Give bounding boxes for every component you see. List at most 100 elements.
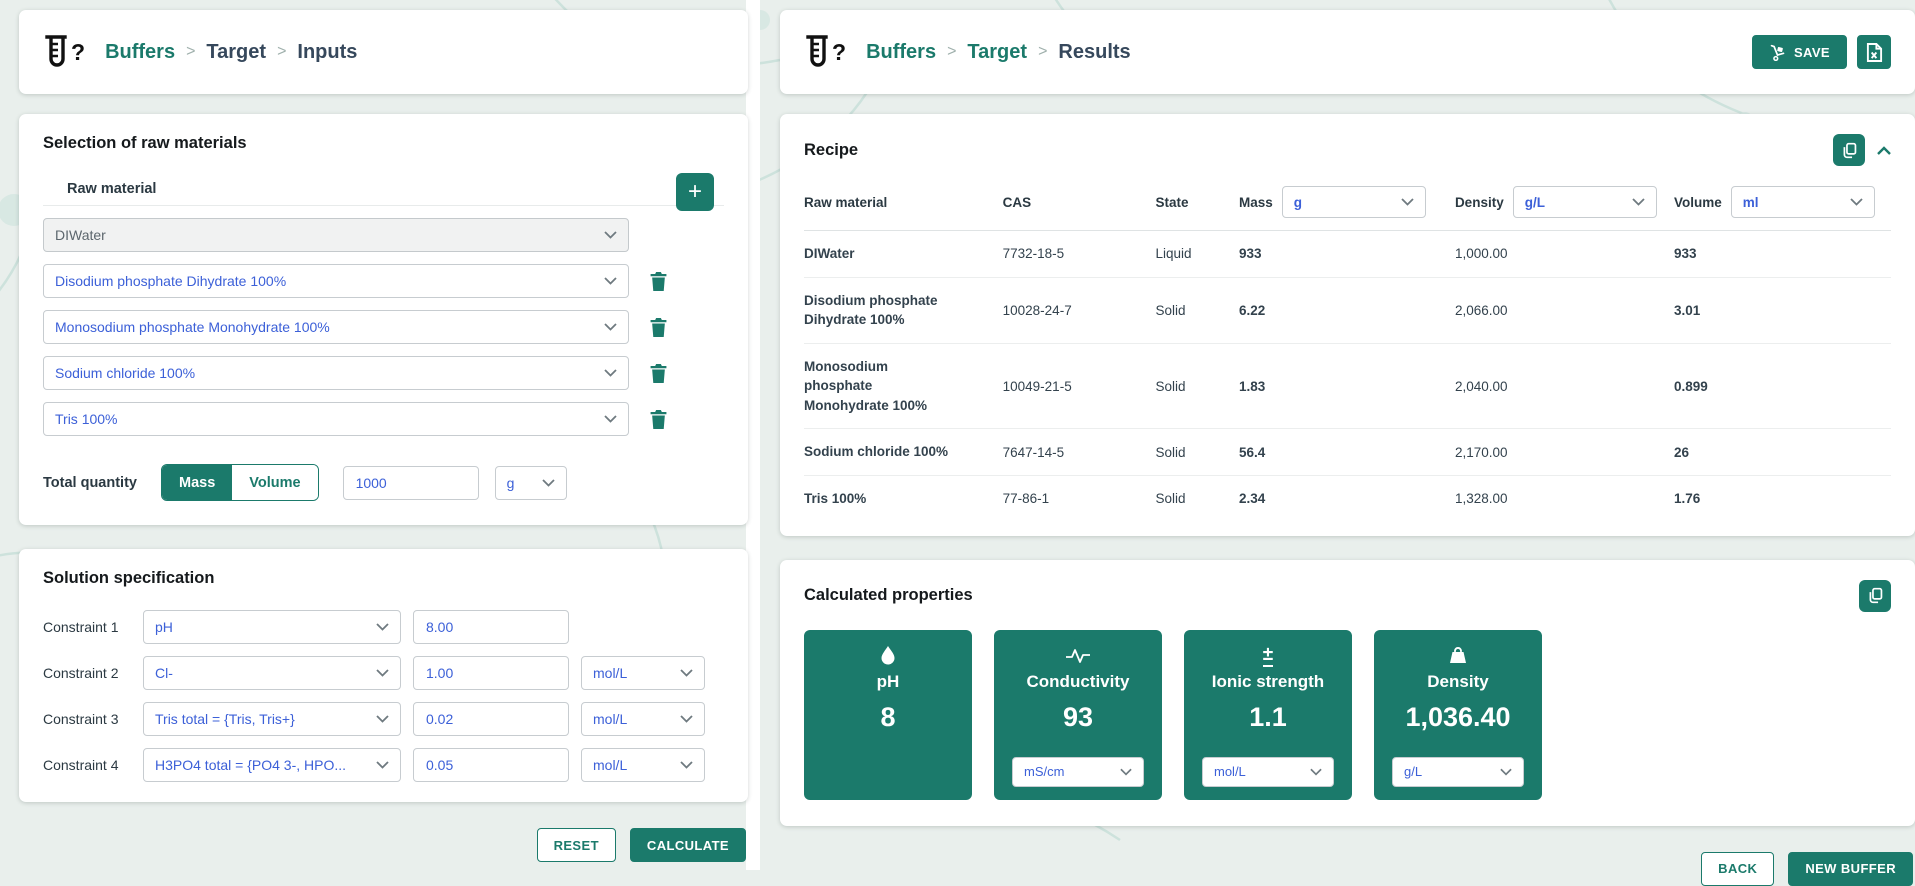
beaker-icon (45, 35, 67, 67)
material-select-value: Disodium phosphate Dihydrate 100% (55, 273, 287, 289)
material-select-2[interactable]: Monosodium phosphate Monohydrate 100% (43, 310, 629, 344)
row-mass: 2.34 (1238, 491, 1266, 507)
material-row: Tris 100% (43, 402, 724, 436)
ionic-strength-unit-select[interactable]: mol/L (1202, 756, 1334, 787)
ph-label: pH (876, 671, 900, 691)
total-quantity-input[interactable] (342, 465, 479, 500)
unit-value: g (506, 474, 515, 491)
calculate-button[interactable]: CALCULATE (629, 828, 746, 862)
inputs-panel: ? Buffers > Target > Inputs Selection of… (0, 0, 748, 870)
material-select-value: Monosodium phosphate Monohydrate 100% (55, 319, 330, 335)
material-row: DIWater (43, 218, 724, 252)
ph-tile: pH 8 (804, 629, 972, 800)
app-logo: ? (43, 35, 85, 69)
constraint-3-unit-select[interactable]: mol/L (581, 702, 705, 736)
constraint-1-value-input[interactable] (413, 610, 569, 644)
material-select-3[interactable]: Sodium chloride 100% (43, 356, 629, 390)
add-material-button[interactable]: + (676, 173, 714, 211)
constraint-2-parameter-select[interactable]: Cl- (143, 656, 401, 690)
total-quantity-unit-select[interactable]: g (494, 465, 567, 500)
constraint-3-parameter-select[interactable]: Tris total = {Tris, Tris+} (143, 702, 401, 736)
recipe-title: Recipe (804, 140, 859, 159)
breadcrumb-separator: > (186, 43, 196, 60)
material-select-4[interactable]: Tris 100% (43, 402, 629, 436)
new-buffer-button[interactable]: NEW BUFFER (1788, 851, 1913, 886)
chevron-down-icon (376, 715, 389, 723)
chevron-down-icon (376, 761, 389, 769)
reset-button[interactable]: RESET (536, 828, 616, 862)
chevron-down-icon (1500, 768, 1512, 776)
unit-value: mol/L (593, 711, 628, 727)
mass-unit-select[interactable]: g (1281, 186, 1426, 218)
breadcrumb-buffers[interactable]: Buffers (866, 41, 936, 64)
delete-material-icon[interactable] (649, 317, 668, 338)
chevron-down-icon (1850, 198, 1863, 206)
chevron-down-icon (1310, 768, 1322, 776)
copy-recipe-button[interactable] (1833, 134, 1865, 166)
breadcrumb-target[interactable]: Target (967, 41, 1027, 64)
total-quantity-row: Total quantity Mass Volume g (43, 464, 724, 501)
ionic-strength-value: 1.1 (1249, 701, 1287, 732)
row-material-name: Monosodium phosphate Monohydrate 100% (804, 358, 928, 413)
breadcrumb-separator: > (1038, 43, 1048, 60)
density-unit-select[interactable]: g/L (1512, 186, 1657, 218)
constraint-row-3: Constraint 3 Tris total = {Tris, Tris+} … (43, 702, 724, 736)
panel-seam (746, 0, 760, 870)
unit-value: mol/L (593, 665, 628, 681)
constraint-2-value-input[interactable] (413, 656, 569, 690)
parameter-value: Tris total = {Tris, Tris+} (155, 711, 295, 727)
breadcrumb: Buffers > Target > Results (866, 41, 1131, 64)
constraint-4-label: Constraint 4 (43, 757, 119, 773)
constraint-4-parameter-select[interactable]: H3PO4 total = {PO4 3-, HPO... (143, 748, 401, 782)
row-material-name: Disodium phosphate Dihydrate 100% (804, 292, 938, 328)
conductivity-unit-select[interactable]: mS/cm (1012, 756, 1144, 787)
row-density: 2,170.00 (1454, 428, 1674, 476)
row-density: 1,000.00 (1454, 230, 1674, 278)
toggle-volume[interactable]: Volume (232, 465, 318, 500)
excel-file-icon (1866, 42, 1882, 62)
breadcrumb-results: Results (1058, 40, 1131, 63)
save-button[interactable]: SAVE (1751, 35, 1847, 69)
row-material-name: Sodium chloride 100% (804, 444, 949, 460)
row-mass: 6.22 (1238, 277, 1455, 344)
constraint-4-unit-select[interactable]: mol/L (581, 748, 705, 782)
density-label: Density (1427, 671, 1489, 691)
material-select-diwater[interactable]: DIWater (43, 218, 629, 252)
delete-material-icon[interactable] (649, 363, 668, 384)
delete-material-icon[interactable] (649, 409, 668, 430)
constraint-2-unit-select[interactable]: mol/L (581, 656, 705, 690)
back-button[interactable]: BACK (1701, 851, 1775, 886)
constraint-3-value-input[interactable] (413, 702, 569, 736)
row-cas: 77-86-1 (1002, 491, 1050, 507)
chevron-down-icon (680, 761, 693, 769)
help-icon[interactable]: ? (71, 41, 85, 64)
row-state: Solid (1155, 277, 1239, 344)
density-tile-unit-select[interactable]: g/L (1392, 756, 1524, 787)
collapse-chevron-icon[interactable] (1877, 145, 1891, 155)
row-cas: 7647-14-5 (1002, 428, 1156, 476)
conductivity-value: 93 (1062, 701, 1094, 732)
volume-unit-select[interactable]: ml (1730, 186, 1875, 218)
toggle-mass[interactable]: Mass (162, 465, 233, 500)
unit-value: mol/L (1214, 764, 1246, 779)
material-select-1[interactable]: Disodium phosphate Dihydrate 100% (43, 264, 629, 298)
chevron-down-icon (541, 478, 555, 487)
copy-properties-button[interactable] (1859, 579, 1891, 612)
breadcrumb-buffers[interactable]: Buffers (105, 41, 175, 64)
chevron-down-icon (604, 323, 617, 331)
row-material-name: Tris 100% (804, 490, 867, 506)
row-mass: 56.4 (1238, 428, 1455, 476)
export-excel-button[interactable] (1857, 35, 1891, 69)
help-icon[interactable]: ? (832, 41, 846, 64)
col-raw-material: Raw material (804, 180, 1003, 231)
solution-specification-title: Solution specification (43, 569, 215, 587)
constraint-4-value-input[interactable] (413, 748, 569, 782)
chevron-down-icon (1632, 198, 1645, 206)
recipe-row-sodium-chloride: Sodium chloride 100% 7647-14-5 Solid 56.… (804, 428, 1891, 476)
constraint-1-parameter-select[interactable]: pH (143, 610, 401, 644)
calculated-properties-card: Calculated properties pH 8 Conductivity (780, 559, 1915, 826)
ionic-strength-tile: ± Ionic strength 1.1 mol/L (1184, 629, 1352, 800)
delete-material-icon[interactable] (649, 271, 668, 292)
material-row: Disodium phosphate Dihydrate 100% (43, 264, 724, 298)
constraint-1-label: Constraint 1 (43, 619, 119, 635)
